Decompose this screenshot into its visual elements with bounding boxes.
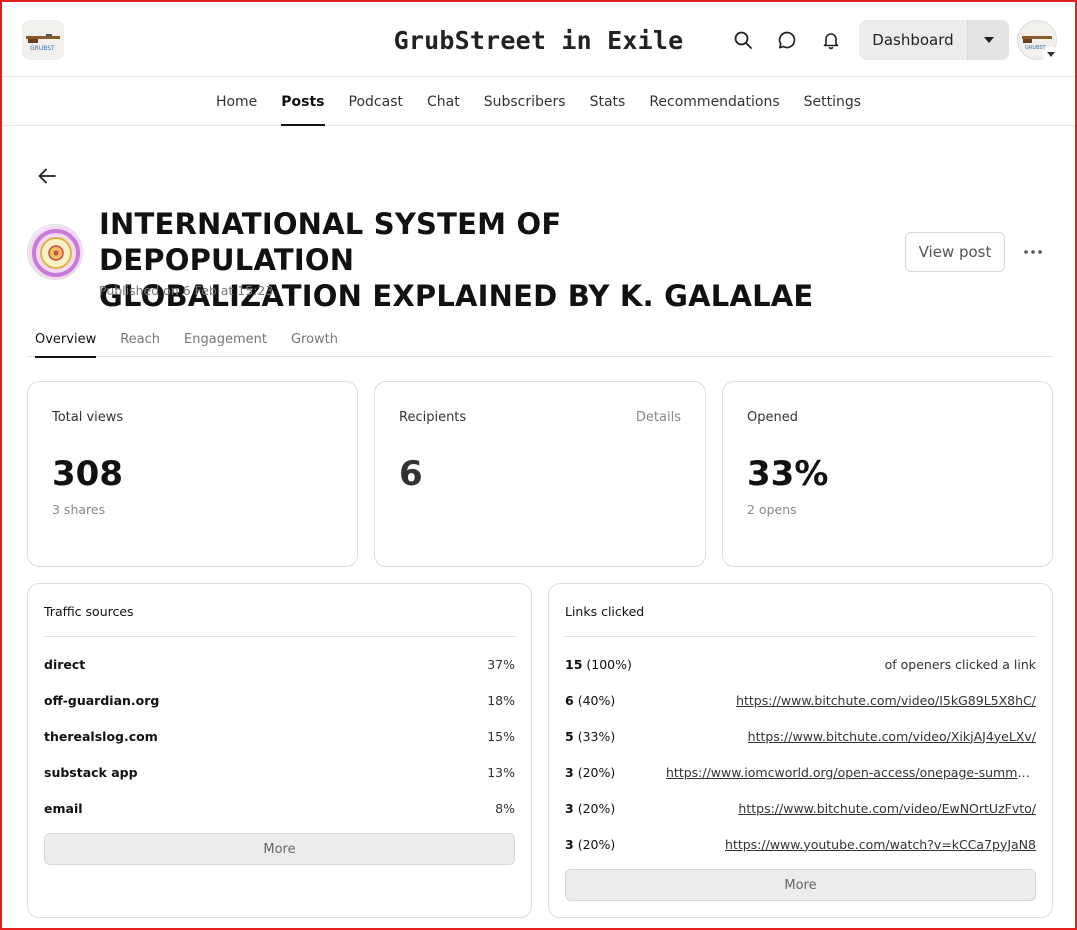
clicked-link-url[interactable]: https://www.iomcworld.org/open-access/on… [666,765,1036,780]
traffic-more-button[interactable]: More [44,833,515,865]
recipients-card: Recipients Details 6 [374,381,706,567]
total-views-label: Total views [52,410,124,425]
link-click-count: 6 (40%) [565,693,615,708]
traffic-source-name: email [44,800,83,816]
traffic-source-percent: 15% [487,728,515,744]
link-clicked-row: 15 (100%) of openers clicked a link [565,654,1036,674]
link-clicked-row: 3 (20%) https://www.iomcworld.org/open-ac… [565,762,1036,782]
link-click-count: 3 (20%) [565,837,615,852]
nav-item-posts[interactable]: Posts [269,77,336,126]
traffic-source-percent: 8% [495,800,515,816]
traffic-source-row: therealslog.com 15% [44,726,515,746]
divider [44,636,515,637]
main-nav: Home Posts Podcast Chat Subscribers Stats Reco… [0,77,1077,126]
link-click-count: 3 (20%) [565,801,615,816]
view-post-button[interactable]: View post [905,232,1005,272]
link-click-count: 3 (20%) [565,765,615,780]
opens-count: 2 opens [747,502,797,517]
links-clicked-title: Links clicked [565,604,645,619]
opened-label: Opened [747,410,798,425]
traffic-source-row: off-guardian.org 18% [44,690,515,710]
chat-bubble-icon[interactable] [775,28,799,52]
nav-item-home[interactable]: Home [204,77,269,126]
dashboard-button-group: Dashboard [859,20,1009,60]
clicked-link-url[interactable]: https://www.bitchute.com/video/XikjAJ4ye… [748,729,1036,744]
caret-down-icon [983,37,994,43]
traffic-source-row: substack app 13% [44,762,515,782]
traffic-source-percent: 37% [487,656,515,672]
dashboard-dropdown-button[interactable] [967,20,1009,60]
nav-item-podcast[interactable]: Podcast [337,77,415,126]
traffic-source-name: substack app [44,764,138,780]
post-published-date: Published on 6 Feb at 15:23 [99,283,274,298]
traffic-source-name: direct [44,656,86,672]
links-more-button[interactable]: More [565,869,1036,901]
click-count: 3 [565,836,574,852]
total-views-value: 308 [52,454,123,494]
traffic-source-name: off-guardian.org [44,692,160,708]
link-clicked-row: 3 (20%) https://www.bitchute.com/video/Ew… [565,798,1036,818]
link-clicked-row: 6 (40%) https://www.bitchute.com/video/I5… [565,690,1036,710]
links-summary-text: of openers clicked a link [884,656,1036,672]
nav-item-subscribers[interactable]: Subscribers [472,77,578,126]
recipients-label: Recipients [399,410,467,425]
traffic-source-row: direct 37% [44,654,515,674]
traffic-source-name: therealslog.com [44,728,158,744]
traffic-source-percent: 18% [487,692,515,708]
links-clicked-panel: Links clicked More 15 (100%) of openers c… [548,583,1053,918]
click-percent: (20%) [577,800,616,816]
dashboard-button[interactable]: Dashboard [859,20,967,60]
tab-engagement[interactable]: Engagement [184,321,267,357]
more-options-icon[interactable] [1020,240,1046,264]
link-click-count: 15 (100%) [565,657,632,672]
click-percent: (20%) [577,836,616,852]
tab-overview[interactable]: Overview [35,321,97,358]
link-click-count: 5 (33%) [565,729,615,744]
click-count: 3 [565,800,574,816]
bell-icon[interactable] [819,28,843,52]
top-bar: GRUBST GrubStreet in Exile Dashboard GRU… [0,0,1077,77]
click-count: 3 [565,764,574,780]
total-views-card: Total views 308 3 shares [27,381,358,567]
traffic-sources-title: Traffic sources [44,604,134,619]
nav-item-settings[interactable]: Settings [792,77,873,126]
back-arrow-icon[interactable] [36,165,58,187]
clicked-link-url[interactable]: https://www.bitchute.com/video/EwNOrtUzF… [738,801,1036,816]
clicked-link-url[interactable]: https://www.bitchute.com/video/I5kG89L5X… [736,693,1036,708]
post-stats-tabs: Overview Reach Engagement Growth [27,321,1053,358]
recipients-details-link[interactable]: Details [636,410,681,425]
clicked-link-url[interactable]: https://www.youtube.com/watch?v=kCCa7pyJ… [725,837,1036,852]
avatar-caret-icon [1043,47,1059,63]
recipients-value: 6 [399,454,423,494]
click-percent: (20%) [577,764,616,780]
nav-item-chat[interactable]: Chat [415,77,472,126]
traffic-source-percent: 13% [487,764,515,780]
tab-reach[interactable]: Reach [120,321,160,357]
tab-growth[interactable]: Growth [291,321,338,357]
opened-card: Opened 33% 2 opens [722,381,1053,567]
click-count: 5 [565,728,574,744]
nav-item-recommendations[interactable]: Recommendations [637,77,791,126]
click-percent: (33%) [577,728,616,744]
divider [565,636,1036,637]
nav-item-stats[interactable]: Stats [578,77,638,126]
click-count: 15 [565,656,583,672]
shares-count: 3 shares [52,502,106,517]
click-percent: (100%) [586,656,632,672]
post-thumbnail [27,224,83,280]
click-count: 6 [565,692,574,708]
traffic-sources-panel: Traffic sources More direct 37% off-guardi… [27,583,532,918]
link-clicked-row: 3 (20%) https://www.youtube.com/watch?v=k… [565,834,1036,854]
opened-value: 33% [747,454,829,494]
search-icon[interactable] [731,28,755,52]
traffic-source-row: email 8% [44,798,515,818]
click-percent: (40%) [577,692,616,708]
link-clicked-row: 5 (33%) https://www.bitchute.com/video/Xi… [565,726,1036,746]
